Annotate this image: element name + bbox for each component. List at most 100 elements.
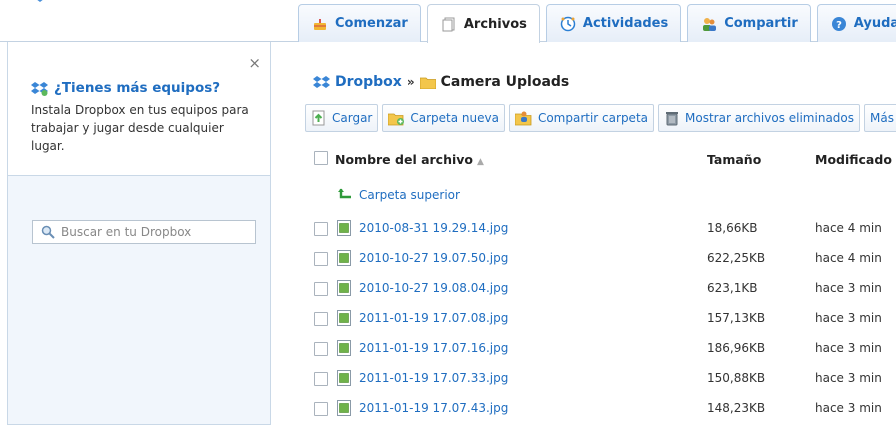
table-header: Nombre del archivo ▲ Tamaño Modificado	[305, 144, 896, 174]
tab-actividades[interactable]: Actividades	[545, 4, 682, 42]
file-modified: hace 4 min	[815, 251, 882, 265]
tab-label: Archivos	[463, 16, 527, 32]
dropbox-page: Comenzar Archivos Actividades Compartir …	[0, 0, 896, 425]
breadcrumb: Dropbox » Camera Uploads	[313, 74, 569, 90]
tab-archivos[interactable]: Archivos	[426, 4, 540, 43]
file-list: 2010-08-31 19.29.14.jpg 18,66KB hace 4 m…	[305, 214, 896, 424]
new-folder-icon	[388, 113, 405, 125]
upload-icon	[312, 110, 325, 126]
row-checkbox[interactable]	[314, 252, 328, 266]
help-icon: ?	[830, 15, 848, 33]
tab-compartir[interactable]: Compartir	[687, 4, 811, 42]
col-modified-header[interactable]: Modificado	[815, 152, 892, 167]
col-size-header[interactable]: Tamaño	[707, 152, 761, 167]
file-modified: hace 3 min	[815, 281, 882, 295]
promo-title: ¿Tienes más equipos?	[31, 80, 254, 96]
files-icon	[440, 15, 458, 33]
people-icon	[700, 15, 718, 33]
parent-folder-link[interactable]: Carpeta superior	[337, 188, 460, 202]
table-row[interactable]: 2010-08-31 19.29.14.jpg 18,66KB hace 4 m…	[305, 214, 896, 244]
file-modified: hace 3 min	[815, 341, 882, 355]
upload-button[interactable]: Cargar	[305, 104, 379, 132]
dropbox-logo-icon	[313, 76, 330, 88]
file-size: 157,13KB	[707, 311, 766, 325]
file-name[interactable]: 2011-01-19 17.07.43.jpg	[359, 401, 508, 415]
file-modified: hace 3 min	[815, 371, 882, 385]
show-deleted-button[interactable]: Mostrar archivos eliminados	[658, 104, 861, 132]
table-row[interactable]: 2011-01-19 17.07.33.jpg 150,88KB hace 3 …	[305, 364, 896, 394]
dropbox-logo-icon	[37, 0, 43, 2]
file-name[interactable]: 2011-01-19 17.07.16.jpg	[359, 341, 508, 355]
share-folder-button[interactable]: Compartir carpeta	[508, 104, 654, 132]
image-file-icon	[337, 340, 351, 356]
file-modified: hace 3 min	[815, 401, 882, 415]
cake-icon	[311, 15, 329, 33]
upload-label: Cargar	[332, 111, 373, 125]
table-row[interactable]: 2011-01-19 17.07.08.jpg 157,13KB hace 3 …	[305, 304, 896, 334]
promo-title-text[interactable]: ¿Tienes más equipos?	[54, 80, 220, 96]
file-name[interactable]: 2011-01-19 17.07.33.jpg	[359, 371, 508, 385]
file-name[interactable]: 2010-10-27 19.07.50.jpg	[359, 251, 508, 265]
tab-ayuda[interactable]: ? Ayuda	[816, 4, 896, 42]
row-checkbox[interactable]	[314, 312, 328, 326]
tab-label: Comenzar	[335, 16, 408, 31]
share-folder-icon	[514, 111, 532, 126]
up-arrow-icon	[338, 188, 351, 199]
file-size: 148,23KB	[707, 401, 766, 415]
image-file-icon	[337, 280, 351, 296]
folder-icon	[419, 77, 436, 89]
file-size: 150,88KB	[707, 371, 766, 385]
share-folder-label: Compartir carpeta	[537, 111, 648, 125]
col-name-header[interactable]: Nombre del archivo ▲	[335, 152, 484, 167]
search-box	[32, 220, 256, 244]
file-size: 623,1KB	[707, 281, 758, 295]
search-input[interactable]	[61, 225, 251, 239]
tab-label: Actividades	[582, 16, 669, 31]
show-deleted-label: Mostrar archivos eliminados	[685, 111, 855, 125]
breadcrumb-current: Camera Uploads	[440, 74, 570, 90]
col-name-label: Nombre del archivo	[335, 152, 474, 167]
file-name[interactable]: 2011-01-19 17.07.08.jpg	[359, 311, 508, 325]
search-icon	[41, 225, 55, 239]
dropbox-logo-icon	[31, 81, 48, 96]
close-icon[interactable]: ×	[248, 54, 261, 72]
breadcrumb-separator: »	[406, 75, 415, 89]
row-checkbox[interactable]	[314, 402, 328, 416]
tab-label: Compartir	[724, 16, 798, 31]
row-checkbox[interactable]	[314, 282, 328, 296]
promo-text: Instala Dropbox en tus equipos para trab…	[31, 103, 249, 153]
new-folder-label: Carpeta nueva	[410, 111, 499, 125]
new-folder-button[interactable]: Carpeta nueva	[382, 104, 505, 132]
file-modified: hace 3 min	[815, 311, 882, 325]
breadcrumb-root[interactable]: Dropbox	[335, 74, 402, 90]
row-checkbox[interactable]	[314, 372, 328, 386]
more-label: Más	[870, 111, 894, 125]
tab-comenzar[interactable]: Comenzar	[298, 4, 421, 42]
image-file-icon	[337, 250, 351, 266]
file-size: 622,25KB	[707, 251, 766, 265]
parent-folder-label: Carpeta superior	[359, 188, 460, 202]
file-size: 18,66KB	[707, 221, 758, 235]
file-name[interactable]: 2010-08-31 19.29.14.jpg	[359, 221, 508, 235]
trash-icon	[666, 112, 678, 126]
main-tabs: Comenzar Archivos Actividades Compartir …	[298, 4, 896, 43]
table-row[interactable]: 2011-01-19 17.07.43.jpg 148,23KB hace 3 …	[305, 394, 896, 424]
file-name[interactable]: 2010-10-27 19.08.04.jpg	[359, 281, 508, 295]
promo-box: × ¿Tienes más equipos? Instala Dropbox e…	[8, 42, 270, 176]
table-row[interactable]: 2010-10-27 19.07.50.jpg 622,25KB hace 4 …	[305, 244, 896, 274]
sort-asc-icon: ▲	[477, 157, 484, 167]
toolbar: Cargar Carpeta nueva Compartir carpeta M…	[305, 104, 896, 132]
row-checkbox[interactable]	[314, 222, 328, 236]
select-all-checkbox[interactable]	[314, 151, 328, 165]
sidebar: × ¿Tienes más equipos? Instala Dropbox e…	[7, 42, 271, 425]
image-file-icon	[337, 220, 351, 236]
file-size: 186,96KB	[707, 341, 766, 355]
table-row[interactable]: 2011-01-19 17.07.16.jpg 186,96KB hace 3 …	[305, 334, 896, 364]
image-file-icon	[337, 400, 351, 416]
table-row[interactable]: 2010-10-27 19.08.04.jpg 623,1KB hace 3 m…	[305, 274, 896, 304]
more-button[interactable]: Más ▼	[864, 104, 896, 132]
tab-label: Ayuda	[853, 16, 896, 31]
row-checkbox[interactable]	[314, 342, 328, 356]
clock-icon	[559, 15, 577, 33]
image-file-icon	[337, 370, 351, 386]
